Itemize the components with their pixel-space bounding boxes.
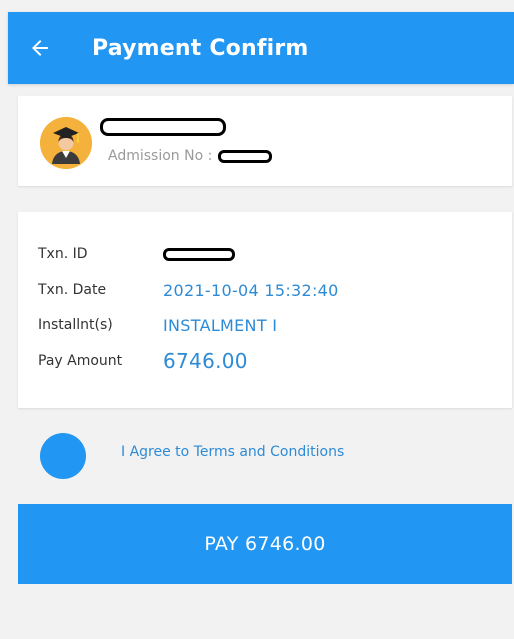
txn-id-row: Txn. ID: [38, 242, 235, 266]
txn-id-label: Txn. ID: [38, 246, 88, 262]
admission-number-redacted: [218, 149, 273, 163]
txn-date-row: Txn. Date 2021-10-04 15:32:40: [38, 278, 339, 302]
pay-amount-row: Pay Amount 6746.00: [38, 349, 248, 373]
installment-row: Installnt(s) INSTALMENT I: [38, 313, 277, 337]
installment-value: INSTALMENT I: [163, 315, 278, 335]
admission-number: Admission No :: [108, 148, 273, 164]
terms-link[interactable]: I Agree to Terms and Conditions: [121, 444, 344, 460]
txn-id-redacted: [163, 247, 235, 261]
graduate-avatar-icon: [40, 117, 92, 169]
student-name-redacted: [100, 118, 226, 136]
arrow-left-icon[interactable]: [12, 12, 68, 84]
page-title: Payment Confirm: [92, 35, 309, 61]
txn-date-label: Txn. Date: [38, 282, 107, 298]
pay-amount-value: 6746.00: [163, 349, 248, 373]
student-profile-card: Admission No :: [18, 96, 512, 186]
payment-confirm-screen: Payment Confirm Admission No : Txn. ID T…: [0, 0, 514, 639]
txn-date-value: 2021-10-04 15:32:40: [163, 280, 339, 300]
app-bar: Payment Confirm: [8, 12, 514, 84]
terms-agree-toggle[interactable]: [40, 433, 86, 479]
pay-button[interactable]: PAY 6746.00: [18, 504, 512, 584]
installment-label: Installnt(s): [38, 317, 113, 333]
admission-label: Admission No :: [108, 148, 213, 164]
transaction-details-card: Txn. ID Txn. Date 2021-10-04 15:32:40 In…: [18, 212, 512, 408]
pay-amount-label: Pay Amount: [38, 353, 123, 369]
